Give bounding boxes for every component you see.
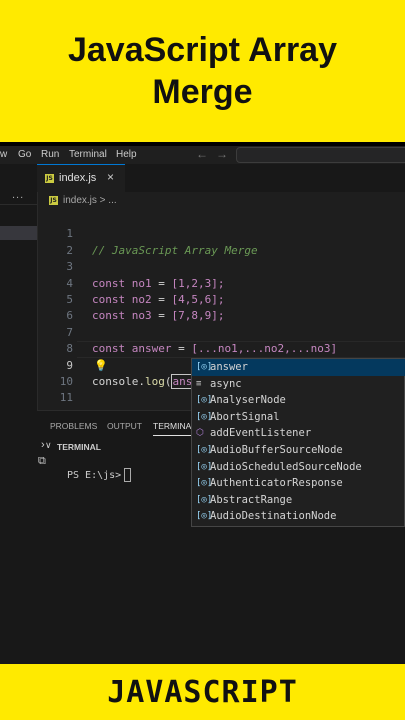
breadcrumb-path[interactable]: index.js > ... (63, 195, 117, 206)
tab-output[interactable]: OUTPUT (107, 421, 142, 431)
menu-help[interactable]: Help (116, 149, 137, 160)
tab-label: index.js (59, 172, 97, 184)
suggestion-item[interactable]: [◎] answer (192, 359, 405, 376)
explorer-selected-row[interactable] (0, 226, 37, 240)
tab-index-js[interactable]: JS index.js × (37, 164, 125, 192)
variable-icon: [◎] (196, 494, 213, 505)
terminal-cursor (124, 468, 132, 482)
suggestion-item[interactable]: [◎] AuthenticatorResponse (192, 475, 405, 492)
menu-bar: w Go Run Terminal Help ← → (0, 146, 405, 164)
video-title: JavaScript Array Merge (67, 31, 337, 111)
terminal-section-title[interactable]: TERMINAL (57, 442, 101, 452)
code-line: 2 (37, 226, 405, 257)
suggestion-item[interactable]: ⬡ addEventListener (192, 425, 405, 442)
code-line: 8 💡 (37, 325, 405, 371)
suggestion-label: async (210, 377, 242, 390)
suggestion-item[interactable]: [◎] AbortSignal (192, 409, 405, 426)
variable-icon: [◎] (196, 478, 213, 489)
js-file-icon: JS (49, 196, 58, 205)
suggestion-item[interactable]: ≡ async (192, 376, 405, 393)
suggestion-label: addEventListener (210, 427, 312, 440)
suggestion-label: AudioScheduledSourceNode (210, 460, 362, 473)
top-banner: JavaScript Array Merge (0, 0, 405, 142)
terminal-split-icon[interactable]: ⧉ (38, 455, 46, 468)
tab-bar: JS index.js × (37, 164, 405, 192)
code-line-active: 9 console.log(ans); (37, 341, 405, 389)
tab-problems[interactable]: PROBLEMS (50, 421, 97, 431)
js-file-icon: JS (45, 174, 54, 183)
menu-go[interactable]: Go (18, 149, 31, 160)
code-line: 5 const no3 = [7,8,9]; (37, 276, 405, 322)
variable-icon: [◎] (196, 395, 213, 406)
chevron-right-icon[interactable]: › (41, 439, 45, 451)
code-line: 3 const no1 = [1,2,3]; (37, 243, 405, 289)
variable-icon: [◎] (196, 362, 213, 372)
bottom-banner: JAVASCRIPT (0, 664, 405, 720)
code-line: 6 (37, 292, 405, 322)
suggestion-label: AuthenticatorResponse (210, 477, 343, 490)
chevron-down-icon[interactable]: ∨ (45, 440, 52, 451)
code-line: 7 const answer = [...no1,...no2,...no3] (37, 308, 405, 355)
command-center-search[interactable] (236, 147, 405, 163)
variable-icon: [◎] (196, 445, 213, 455)
suggestion-item[interactable]: [◎] AnalyserNode (192, 392, 405, 409)
more-icon[interactable]: ... (12, 189, 24, 201)
suggestion-label: AudioDestinationNode (210, 510, 337, 523)
forward-arrow-icon[interactable]: → (216, 147, 228, 161)
suggestion-label: AudioBufferSourceNode (210, 444, 343, 456)
activity-divider (0, 204, 37, 205)
close-icon[interactable]: × (107, 170, 114, 184)
suggestion-item[interactable]: [◎] AbstractRange (192, 492, 405, 509)
back-arrow-icon[interactable]: ← (196, 147, 208, 161)
menu-view[interactable]: w (0, 149, 7, 160)
activity-bar: ... (0, 164, 38, 664)
terminal-prompt[interactable]: PS E:\js> (67, 468, 132, 482)
variable-icon: [◎] (196, 511, 213, 522)
autocomplete-popup: [◎] answer ≡ async [◎] AnalyserNode [◎] … (191, 358, 405, 527)
suggestion-label: AbstractRange (210, 493, 293, 506)
vscode-window: w Go Run Terminal Help ← → ... JS index.… (0, 146, 405, 664)
breadcrumb: JS index.js > ... (37, 192, 405, 210)
method-icon: ⬡ (196, 428, 204, 439)
variable-icon: [◎] (196, 411, 213, 422)
code-line: 1 // JavaScript Array Merge (37, 210, 405, 256)
keyword-icon: ≡ (196, 378, 202, 389)
menu-terminal[interactable]: Terminal (69, 149, 107, 160)
channel-label: JAVASCRIPT (107, 674, 298, 710)
suggestion-label: AnalyserNode (210, 394, 286, 407)
suggestion-label: AbortSignal (210, 410, 280, 423)
suggestion-item[interactable]: [◎] AudioDestinationNode (192, 508, 405, 525)
menu-run[interactable]: Run (41, 149, 59, 160)
suggestion-label: answer (210, 361, 248, 373)
variable-icon: [◎] (196, 461, 213, 472)
suggestion-item[interactable]: [◎] AudioBufferSourceNode (192, 442, 405, 459)
code-line: 4 const no2 = [4,5,6]; (37, 259, 405, 306)
suggestion-item[interactable]: [◎] AudioScheduledSourceNode (192, 459, 405, 476)
tab-terminal[interactable]: TERMINAL (153, 421, 196, 436)
